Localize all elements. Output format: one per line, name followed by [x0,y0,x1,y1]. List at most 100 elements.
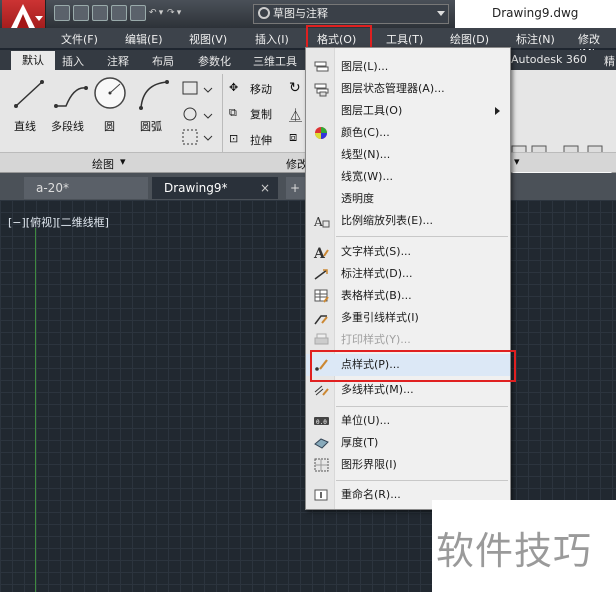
menu-item-label: 线宽(W)... [341,170,393,183]
dim-style-icon [314,269,328,280]
text-style-icon: A [313,246,329,260]
rename-icon [314,489,328,501]
menu-edit[interactable]: 编辑(E) [125,31,163,47]
viewport-controls[interactable]: [−][俯视][二维线框] [8,214,109,230]
menu-insert[interactable]: 插入(I) [255,31,289,47]
layers-icon [314,61,329,72]
panel-divider [222,74,223,154]
menu-item-label: 线型(N)... [341,148,391,161]
color-wheel-icon [315,127,327,139]
format-dropdown-menu: 图层(L)... 图层状态管理器(A)... 图层工具(O) 颜色(C)... … [305,47,511,510]
menu-file[interactable]: 文件(F) [61,31,98,47]
menu-separator [336,480,508,481]
arc-tool-label[interactable]: 圆弧 [140,118,162,134]
mleader-style-icon [314,315,328,325]
print-icon[interactable] [130,5,146,21]
menu-item-thickness[interactable]: 厚度(T) [306,432,510,454]
menu-item-text-style[interactable]: A 文字样式(S)... [306,241,510,263]
tab-3d-tools[interactable]: 三维工具 [253,53,297,69]
chevron-down-icon[interactable]: ▾ [176,5,182,23]
menu-item-label: 单位(U)... [341,414,391,427]
menu-item-units[interactable]: 0.0 单位(U)... [306,410,510,432]
line-tool-label[interactable]: 直线 [14,118,36,134]
draw-panel-title[interactable]: 绘图 [92,156,114,172]
menu-view[interactable]: 视图(V) [189,31,227,47]
tab-annotate[interactable]: 注释 [107,53,129,69]
new-file-icon[interactable] [54,5,70,21]
close-icon[interactable]: × [260,177,270,199]
chevron-down-icon [35,16,43,21]
rotate-icon[interactable]: ↻ [289,80,301,96]
menu-item-scale-list[interactable]: A 比例缩放列表(E)... [306,210,510,232]
circle-tool-icon[interactable] [92,74,128,112]
open-file-icon[interactable] [73,5,89,21]
menu-item-drawing-limits[interactable]: 图形界限(I) [306,454,510,476]
save-icon[interactable] [92,5,108,21]
units-icon: 0.0 [314,417,329,426]
menu-item-layer-state-manager[interactable]: 图层状态管理器(A)... [306,78,510,100]
scale-icon[interactable]: ⧈ [289,130,297,145]
menu-item-table-style[interactable]: 表格样式(B)... [306,285,510,307]
copy-tool-label[interactable]: 复制 [250,106,272,122]
save-as-icon[interactable] [111,5,127,21]
table-style-icon [314,289,329,303]
chevron-down-icon[interactable]: ▾ [120,155,126,168]
menu-item-label: 标注样式(D)... [341,267,413,280]
menu-item-linetype[interactable]: 线型(N)... [306,144,510,166]
menu-item-label: 多线样式(M)... [341,383,414,396]
menu-tools[interactable]: 工具(T) [386,31,423,47]
tab-layout[interactable]: 布局 [152,53,174,69]
menu-item-label: 透明度 [341,192,374,205]
menu-item-dim-style[interactable]: 标注样式(D)... [306,263,510,285]
stretch-icon[interactable]: ⊡ [229,132,238,145]
redo-icon[interactable]: ↷ [167,5,175,23]
scale-list-icon: A [313,215,330,229]
doc-tab[interactable]: a-20* [24,177,148,199]
menu-item-lineweight[interactable]: 线宽(W)... [306,166,510,188]
tab-default[interactable]: 默认 [11,51,55,70]
doc-tab-label: a-20* [36,181,69,195]
arc-tool-icon[interactable] [135,76,173,112]
chevron-down-icon[interactable]: ▾ [158,5,164,23]
chevron-down-icon[interactable]: ▾ [514,155,520,168]
tab-parametric[interactable]: 参数化 [198,53,231,69]
circle-tool-label[interactable]: 圆 [104,118,115,134]
menu-item-mleader-style[interactable]: 多重引线样式(I) [306,307,510,329]
menu-item-color[interactable]: 颜色(C)... [306,122,510,144]
menu-item-label: 颜色(C)... [341,126,390,139]
logo-cutout [17,14,29,28]
limits-icon [314,458,329,472]
menu-item-label: 文字样式(S)... [341,245,412,258]
menu-item-label: 图层(L)... [341,60,389,73]
svg-text:0.0: 0.0 [316,419,327,426]
copy-icon[interactable]: ⧉ [229,106,237,120]
menu-item-label: 打印样式(Y)... [341,333,411,346]
watermark-text: 软件技巧 [436,529,593,573]
menu-item-layer-tools[interactable]: 图层工具(O) [306,100,510,122]
tab-insert[interactable]: 插入 [62,53,84,69]
svg-text:A: A [313,246,326,260]
thickness-icon [314,438,329,449]
menu-item-layer[interactable]: 图层(L)... [306,56,510,78]
polyline-tool-label[interactable]: 多段线 [51,118,84,134]
undo-icon[interactable]: ↶ [149,5,157,23]
menu-dimension[interactable]: 标注(N) [516,31,555,47]
stretch-tool-label[interactable]: 拉伸 [250,132,272,148]
draw-small-tools[interactable] [180,78,220,158]
doc-tab-active[interactable]: Drawing9* × [152,177,278,199]
menu-item-label: 图层状态管理器(A)... [341,82,445,95]
move-tool-label[interactable]: 移动 [250,81,272,97]
polyline-tool-icon[interactable] [52,78,90,112]
new-tab-button[interactable]: + [286,177,306,199]
quick-access-toolbar: ↶ ▾ ↷ ▾ [54,5,182,23]
menu-draw[interactable]: 绘图(D) [450,31,489,47]
menu-item-transparency[interactable]: 透明度 [306,188,510,210]
tab-featured[interactable]: 精 [604,53,615,69]
menu-item-mline-style[interactable]: 多线样式(M)... [306,379,510,401]
menu-item-label: 表格样式(B)... [341,289,412,302]
tab-autodesk-360[interactable]: Autodesk 360 [511,53,587,66]
line-tool-icon[interactable] [10,76,48,112]
mirror-icon[interactable]: ⏅ [289,105,302,124]
workspace-selector[interactable]: 草图与注释 [253,4,449,24]
move-icon[interactable]: ✥ [229,81,238,94]
